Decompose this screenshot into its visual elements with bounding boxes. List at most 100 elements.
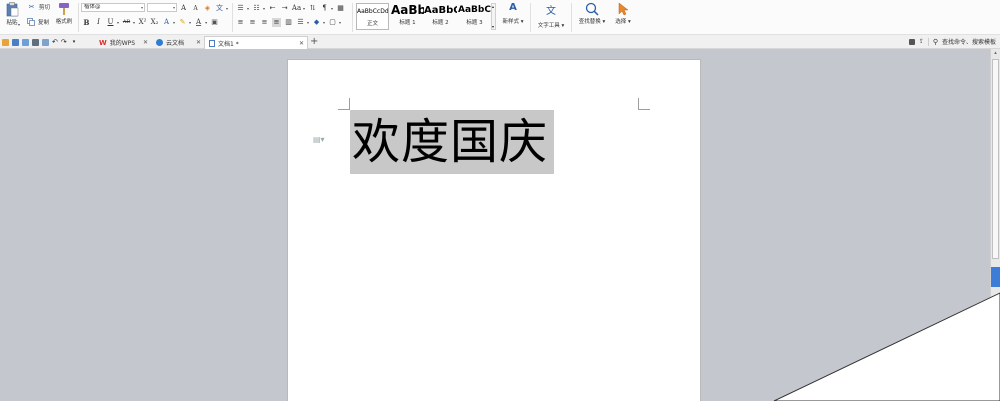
- document-page[interactable]: ▤▾ 欢度国庆: [287, 59, 701, 401]
- underline-icon[interactable]: U: [106, 18, 115, 27]
- align-right-icon[interactable]: ≡: [260, 18, 269, 27]
- undo-icon[interactable]: ↶: [52, 38, 58, 46]
- chevron-down-icon[interactable]: ▾: [331, 6, 333, 11]
- find-replace-label: 查找替换 ▾: [578, 19, 606, 25]
- chevron-down-icon[interactable]: ▾: [205, 20, 207, 25]
- sort-icon[interactable]: ⇅: [308, 4, 317, 13]
- font-size-select[interactable]: ▾: [147, 3, 177, 12]
- styles-gallery: AaBbCcDd 正文 AaBb 标题 1 AaBbC 标题 2 AaBbC 标…: [356, 1, 496, 32]
- find-replace-button[interactable]: 查找替换 ▾: [575, 2, 609, 25]
- chevron-down-icon[interactable]: ▾: [303, 6, 305, 11]
- phonetic-icon[interactable]: 文: [215, 4, 224, 13]
- skin-icon[interactable]: [908, 38, 915, 45]
- align-left-icon[interactable]: ≡: [236, 18, 245, 27]
- style-heading-1[interactable]: AaBb 标题 1: [391, 3, 424, 30]
- copy-icon: [27, 18, 35, 26]
- search-command-input[interactable]: 查找命令、搜索模板: [942, 37, 996, 46]
- style-normal[interactable]: AaBbCcDd 正文: [356, 3, 389, 30]
- font-grow-shrink: A A ◈ 文 ▾: [179, 3, 228, 13]
- paragraph-handle-icon[interactable]: ▤▾: [313, 135, 325, 144]
- new-style-icon: A: [509, 2, 517, 13]
- print-preview-icon[interactable]: [42, 38, 49, 46]
- shrink-font-icon[interactable]: A: [191, 4, 200, 13]
- print-icon[interactable]: [32, 38, 39, 46]
- bullet-list-icon[interactable]: ☰: [236, 4, 245, 13]
- tab-document-1[interactable]: 文档1 * ✕: [204, 36, 308, 49]
- border-icon[interactable]: ▢: [328, 18, 337, 27]
- redo-icon[interactable]: ↷: [61, 38, 67, 46]
- bold-icon[interactable]: B: [82, 18, 91, 27]
- shading-icon[interactable]: ◆: [312, 18, 321, 27]
- justify-icon[interactable]: ≡: [272, 17, 281, 27]
- chevron-down-icon[interactable]: ▾: [117, 20, 119, 25]
- output-pdf-icon[interactable]: [22, 38, 29, 46]
- save-icon[interactable]: [12, 38, 19, 46]
- separator: [530, 3, 531, 32]
- chevron-up-icon: ▴: [492, 4, 495, 9]
- chevron-down-icon[interactable]: ▾: [73, 39, 76, 45]
- grow-font-icon[interactable]: A: [179, 4, 188, 13]
- text-effect-icon[interactable]: A: [162, 18, 171, 27]
- decrease-indent-icon[interactable]: ⇤: [268, 4, 277, 13]
- text-tools-button[interactable]: 文 文字工具 ▾: [535, 2, 567, 29]
- font-color-icon[interactable]: A: [194, 18, 203, 27]
- chevron-down-icon[interactable]: ▾: [247, 6, 249, 11]
- open-folder-icon[interactable]: [2, 38, 9, 46]
- superscript-icon[interactable]: X²: [138, 18, 147, 27]
- chevron-down-icon[interactable]: ▾: [263, 6, 265, 11]
- cut-button[interactable]: ✂ 剪切: [27, 2, 50, 12]
- numbered-list-icon[interactable]: ☷: [252, 4, 261, 13]
- clipboard-icon: [6, 2, 18, 17]
- close-icon[interactable]: ✕: [143, 39, 148, 46]
- strikethrough-icon[interactable]: AB: [122, 18, 131, 27]
- style-heading-2[interactable]: AaBbC 标题 2: [424, 3, 457, 30]
- style-heading-3[interactable]: AaBbC 标题 3: [458, 3, 491, 30]
- share-icon[interactable]: ⇪: [919, 38, 924, 45]
- scroll-up-icon[interactable]: ▴: [992, 50, 999, 57]
- scroll-position-marker: [991, 267, 1000, 287]
- text-tools-icon: 文: [546, 6, 556, 17]
- subscript-icon[interactable]: X₂: [150, 18, 159, 27]
- chevron-down-icon[interactable]: ▾: [307, 20, 309, 25]
- char-border-icon[interactable]: ▣: [210, 18, 219, 27]
- new-style-button[interactable]: A 新样式 ▾: [500, 2, 526, 25]
- style-name: 标题 3: [466, 20, 483, 26]
- font-name-select[interactable]: 楷体@ ▾: [81, 3, 145, 12]
- cloud-icon: [156, 39, 163, 46]
- scissors-icon: ✂: [28, 3, 35, 11]
- new-tab-button[interactable]: +: [310, 36, 318, 47]
- styles-scroll[interactable]: ▴ ▾: [491, 3, 496, 30]
- highlight-icon[interactable]: ✎: [178, 18, 187, 27]
- select-button[interactable]: 选择 ▾: [611, 2, 635, 25]
- chevron-down-icon[interactable]: ▾: [339, 20, 341, 25]
- clear-format-icon[interactable]: ◈: [203, 4, 212, 13]
- align-center-icon[interactable]: ≡: [248, 18, 257, 27]
- document-heading[interactable]: 欢度国庆: [350, 110, 555, 174]
- document-tab-bar: ↶ ↷ ▾ W 我的WPS ✕ 云文档 ✕ 文档1 * ✕ + ⇪ ⚲ 查找命令…: [0, 35, 1000, 49]
- style-preview: AaBbC: [458, 5, 491, 15]
- tab-cloud-docs[interactable]: 云文档 ✕: [152, 36, 204, 49]
- tab-label: 文档1 *: [218, 40, 239, 48]
- change-case-icon[interactable]: Aa: [292, 4, 301, 13]
- close-icon[interactable]: ✕: [196, 39, 201, 46]
- chevron-down-icon[interactable]: ▾: [189, 20, 191, 25]
- chevron-down-icon[interactable]: ▾: [133, 20, 135, 25]
- style-preview: AaBbCcDd: [357, 8, 388, 15]
- paragraph-mark-icon[interactable]: ¶: [320, 4, 329, 13]
- tab-my-wps[interactable]: W 我的WPS ✕: [95, 36, 151, 49]
- close-icon[interactable]: ✕: [299, 40, 304, 47]
- italic-icon[interactable]: I: [94, 18, 103, 27]
- scroll-thumb[interactable]: [992, 59, 999, 259]
- chevron-down-icon[interactable]: ▾: [173, 20, 175, 25]
- table-icon[interactable]: ▦: [336, 4, 345, 13]
- line-spacing-icon[interactable]: ☰: [296, 18, 305, 27]
- format-painter-button[interactable]: 格式刷: [53, 2, 75, 25]
- distributed-icon[interactable]: ▥: [284, 18, 293, 27]
- separator: [352, 3, 353, 32]
- cursor-arrow-icon: [618, 2, 629, 16]
- chevron-down-icon[interactable]: ▾: [226, 6, 228, 11]
- chevron-down-icon[interactable]: ▾: [323, 20, 325, 25]
- paste-dropdown-icon[interactable]: ▾: [18, 22, 20, 27]
- increase-indent-icon[interactable]: ⇥: [280, 4, 289, 13]
- copy-button[interactable]: 复制: [27, 17, 49, 27]
